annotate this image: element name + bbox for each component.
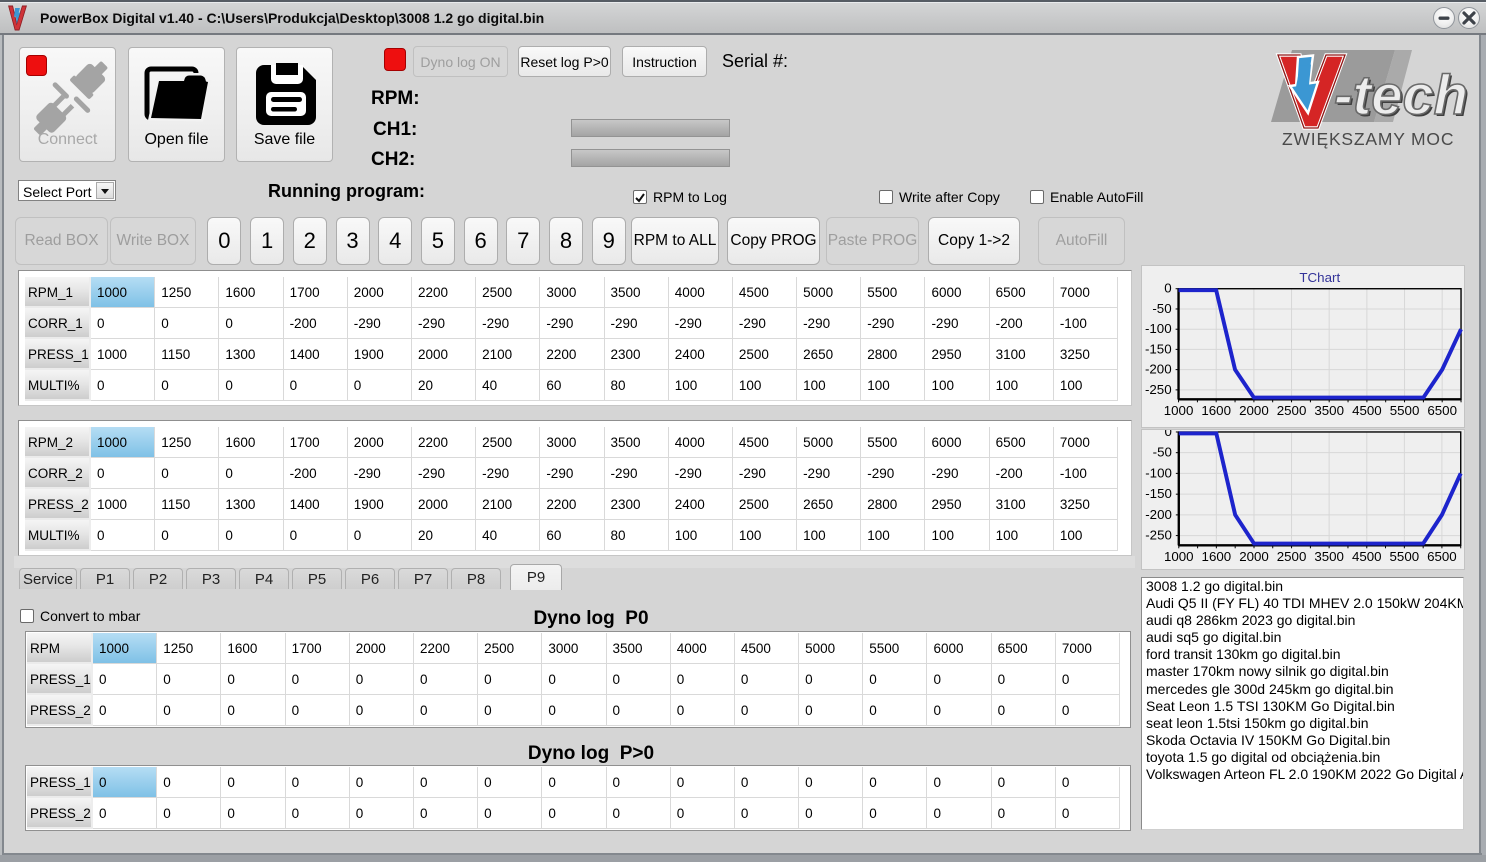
svg-text:-50: -50 [1153, 445, 1172, 460]
svg-text:-100: -100 [1145, 321, 1172, 336]
svg-text:0: 0 [1164, 429, 1171, 439]
svg-text:-tech: -tech [1334, 63, 1468, 126]
svg-text:3500: 3500 [1314, 403, 1344, 418]
svg-text:5500: 5500 [1390, 549, 1420, 564]
svg-text:1000: 1000 [1164, 549, 1194, 564]
svg-text:2500: 2500 [1277, 549, 1307, 564]
svg-text:0: 0 [1164, 281, 1171, 296]
svg-text:-100: -100 [1145, 465, 1172, 480]
svg-text:-150: -150 [1145, 486, 1172, 501]
svg-text:3500: 3500 [1314, 549, 1344, 564]
svg-text:ZWIĘKSZAMY MOC: ZWIĘKSZAMY MOC [1282, 129, 1454, 149]
svg-text:TChart: TChart [1299, 270, 1340, 285]
svg-text:5500: 5500 [1390, 403, 1420, 418]
svg-text:-200: -200 [1145, 507, 1172, 522]
svg-text:6500: 6500 [1427, 403, 1457, 418]
svg-text:2500: 2500 [1277, 403, 1307, 418]
svg-text:2000: 2000 [1239, 549, 1269, 564]
svg-text:-150: -150 [1145, 341, 1172, 356]
svg-text:1600: 1600 [1201, 403, 1231, 418]
svg-text:-200: -200 [1145, 362, 1172, 377]
svg-text:-250: -250 [1145, 528, 1172, 543]
svg-text:4500: 4500 [1352, 549, 1382, 564]
svg-text:1600: 1600 [1202, 549, 1232, 564]
svg-text:-50: -50 [1152, 301, 1171, 316]
svg-text:1000: 1000 [1164, 403, 1194, 418]
svg-text:2000: 2000 [1239, 403, 1269, 418]
svg-text:-250: -250 [1145, 382, 1172, 397]
svg-text:6500: 6500 [1427, 549, 1457, 564]
svg-text:4500: 4500 [1352, 403, 1382, 418]
